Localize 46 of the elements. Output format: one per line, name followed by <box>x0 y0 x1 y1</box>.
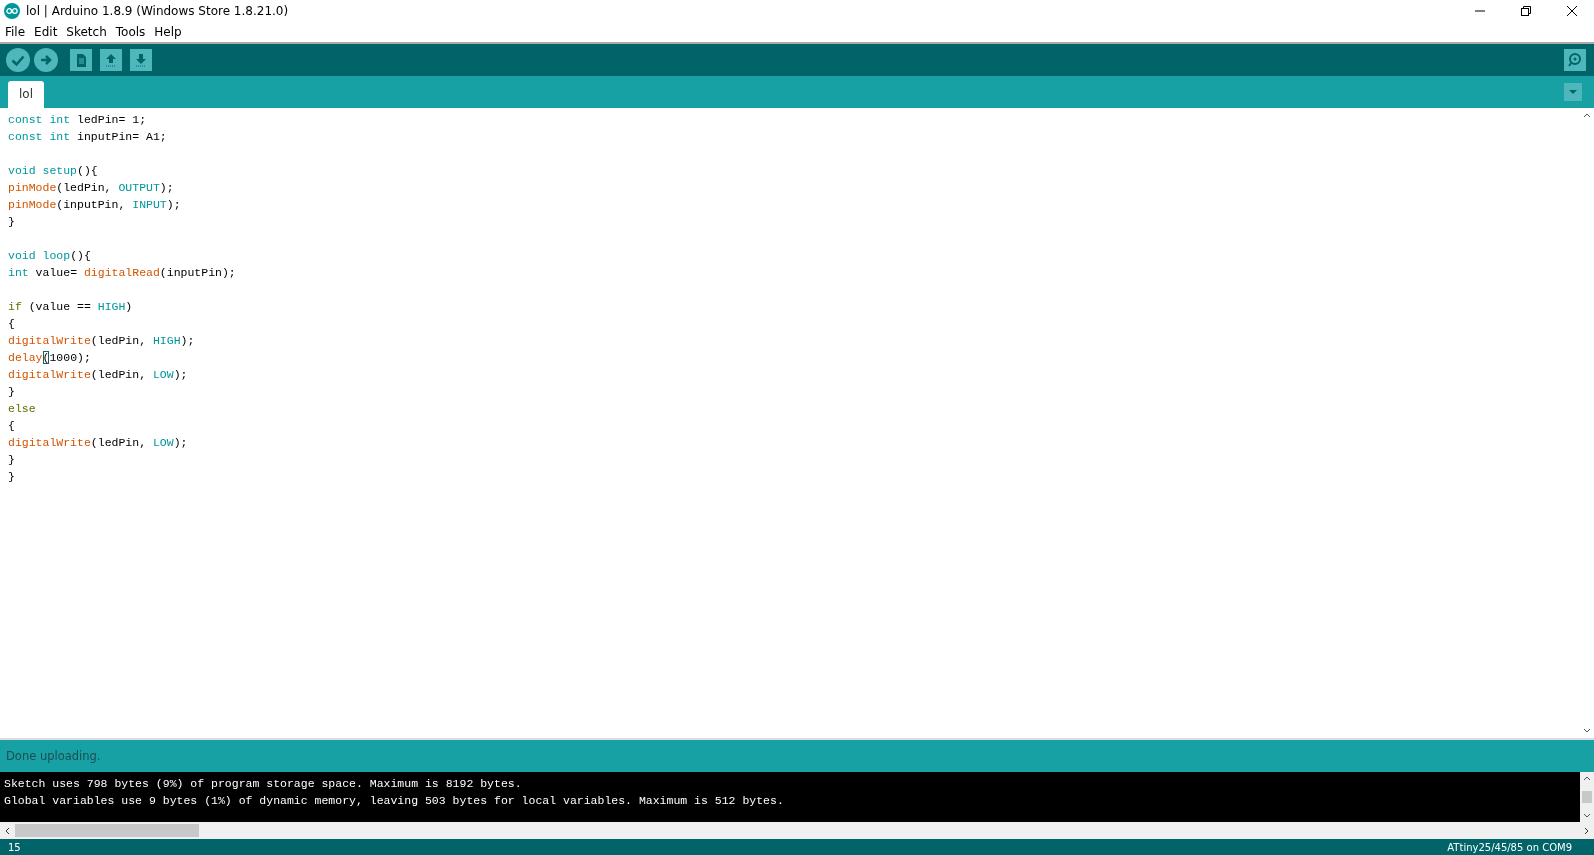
menu-item[interactable]: File <box>5 25 26 39</box>
code-line: digitalWrite(ledPin, HIGH); <box>8 333 196 349</box>
scroll-left-icon[interactable] <box>4 826 10 835</box>
code-line: } <box>8 214 16 230</box>
code-line: else <box>8 401 37 417</box>
code-line: const int ledPin= 1; <box>8 112 148 128</box>
magnifier-icon[interactable] <box>1564 49 1586 71</box>
app-logo-icon <box>4 3 20 19</box>
status-message: Done uploading. <box>6 749 101 763</box>
code-line: digitalWrite(ledPin, LOW); <box>8 367 189 383</box>
console-scrollbar[interactable] <box>1580 772 1594 822</box>
scroll-down-icon[interactable] <box>1583 813 1591 819</box>
close-icon[interactable] <box>1566 5 1578 17</box>
scroll-up-icon[interactable] <box>1583 112 1591 118</box>
console-line: Global variables use 9 bytes (1%) of dynamic memory, leaving 503 bytes for local variables. Maximum is 512 bytes. <box>4 793 785 809</box>
console-line: Sketch uses 798 bytes (9%) of program storage space. Maximum is 8192 bytes. <box>4 776 523 792</box>
restore-icon[interactable] <box>1520 5 1532 17</box>
code-line: pinMode(ledPin, OUTPUT); <box>8 180 175 196</box>
code-line: { <box>8 418 16 434</box>
sketch-tab[interactable]: lol <box>8 81 44 108</box>
scroll-down-icon[interactable] <box>1583 728 1591 734</box>
new-document-icon[interactable] <box>70 49 92 71</box>
code-line: const int inputPin= A1; <box>8 129 168 145</box>
board-port-label: ATtiny25/45/85 on COM9 <box>1447 841 1572 853</box>
menu-item[interactable]: Tools <box>115 25 146 39</box>
code-line: pinMode(inputPin, INPUT); <box>8 197 182 213</box>
menu-item[interactable]: Edit <box>34 25 58 39</box>
code-line: } <box>8 452 16 468</box>
code-line: delay(1000); <box>8 350 92 366</box>
code-line: if (value == HIGH) <box>8 299 134 315</box>
menu-item[interactable]: Sketch <box>66 25 107 39</box>
code-line: } <box>8 384 16 400</box>
verify-check-icon[interactable] <box>6 48 30 72</box>
line-number: 15 <box>8 841 21 853</box>
code-line: void setup(){ <box>8 163 99 179</box>
menu-item[interactable]: Help <box>154 25 182 39</box>
scroll-right-icon[interactable] <box>1584 826 1590 835</box>
dropdown-caret-icon[interactable] <box>1564 83 1582 101</box>
code-line: void loop(){ <box>8 248 92 264</box>
scroll-up-icon[interactable] <box>1583 775 1591 781</box>
code-line: { <box>8 316 16 332</box>
horizontal-scrollbar[interactable] <box>0 822 1594 839</box>
code-line: digitalWrite(ledPin, LOW); <box>8 435 189 451</box>
code-line: } <box>8 469 16 485</box>
code-line: int value= digitalRead(inputPin); <box>8 265 237 281</box>
window-title: lol | Arduino 1.8.9 (Windows Store 1.8.21.0) <box>26 4 289 18</box>
